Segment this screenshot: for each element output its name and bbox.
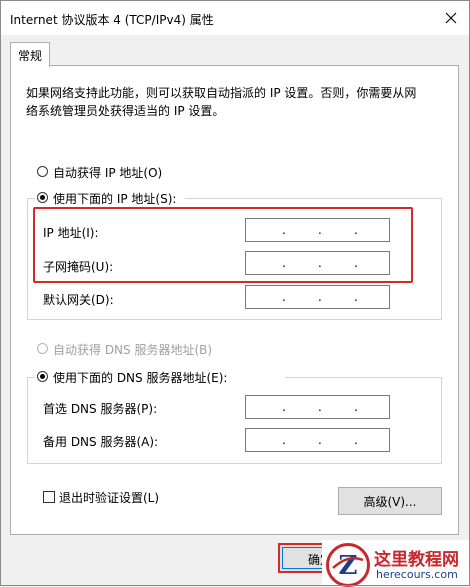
close-icon bbox=[445, 12, 457, 24]
watermark-url: herecours.com bbox=[376, 568, 458, 581]
default-gateway-label: 默认网关(D): bbox=[43, 293, 114, 307]
preferred-dns-label: 首选 DNS 服务器(P): bbox=[43, 402, 158, 416]
title-bar: Internet 协议版本 4 (TCP/IPv4) 属性 bbox=[1, 1, 469, 35]
auto-ip-radio[interactable] bbox=[37, 166, 48, 177]
alternate-dns-label: 备用 DNS 服务器(A): bbox=[43, 435, 159, 449]
auto-ip-label: 自动获得 IP 地址(O) bbox=[53, 166, 163, 180]
auto-dns-label: 自动获得 DNS 服务器地址(B) bbox=[53, 343, 213, 357]
svg-text:Z: Z bbox=[339, 551, 358, 581]
watermark-logo-icon: Z bbox=[332, 551, 364, 581]
tab-general[interactable]: 常规 bbox=[10, 42, 50, 67]
validate-label: 退出时验证设置(L) bbox=[59, 491, 160, 505]
alternate-dns-field[interactable]: ... bbox=[245, 428, 390, 452]
manual-ip-radio[interactable] bbox=[37, 192, 48, 203]
tab-general-label: 常规 bbox=[18, 49, 43, 63]
red-highlight-box bbox=[33, 207, 413, 283]
validate-checkbox[interactable] bbox=[43, 491, 55, 503]
manual-dns-radio[interactable] bbox=[37, 371, 48, 382]
preferred-dns-field[interactable]: ... bbox=[245, 395, 390, 419]
description-text: 如果网络支持此功能，则可以获取自动指派的 IP 设置。否则，你需要从网 络系统管… bbox=[26, 86, 417, 118]
manual-dns-label: 使用下面的 DNS 服务器地址(E): bbox=[53, 371, 228, 385]
watermark-name: 这里教程网 bbox=[374, 550, 459, 570]
advanced-button-label: 高级(V)... bbox=[363, 494, 417, 509]
close-button[interactable] bbox=[434, 2, 468, 34]
default-gateway-field[interactable]: ... bbox=[245, 285, 390, 309]
auto-dns-radio[interactable] bbox=[37, 343, 48, 354]
window-title: Internet 协议版本 4 (TCP/IPv4) 属性 bbox=[10, 13, 214, 27]
manual-ip-label: 使用下面的 IP 地址(S): bbox=[53, 192, 177, 206]
advanced-button[interactable]: 高级(V)... bbox=[338, 487, 442, 515]
watermark-logo: Z bbox=[326, 543, 370, 587]
